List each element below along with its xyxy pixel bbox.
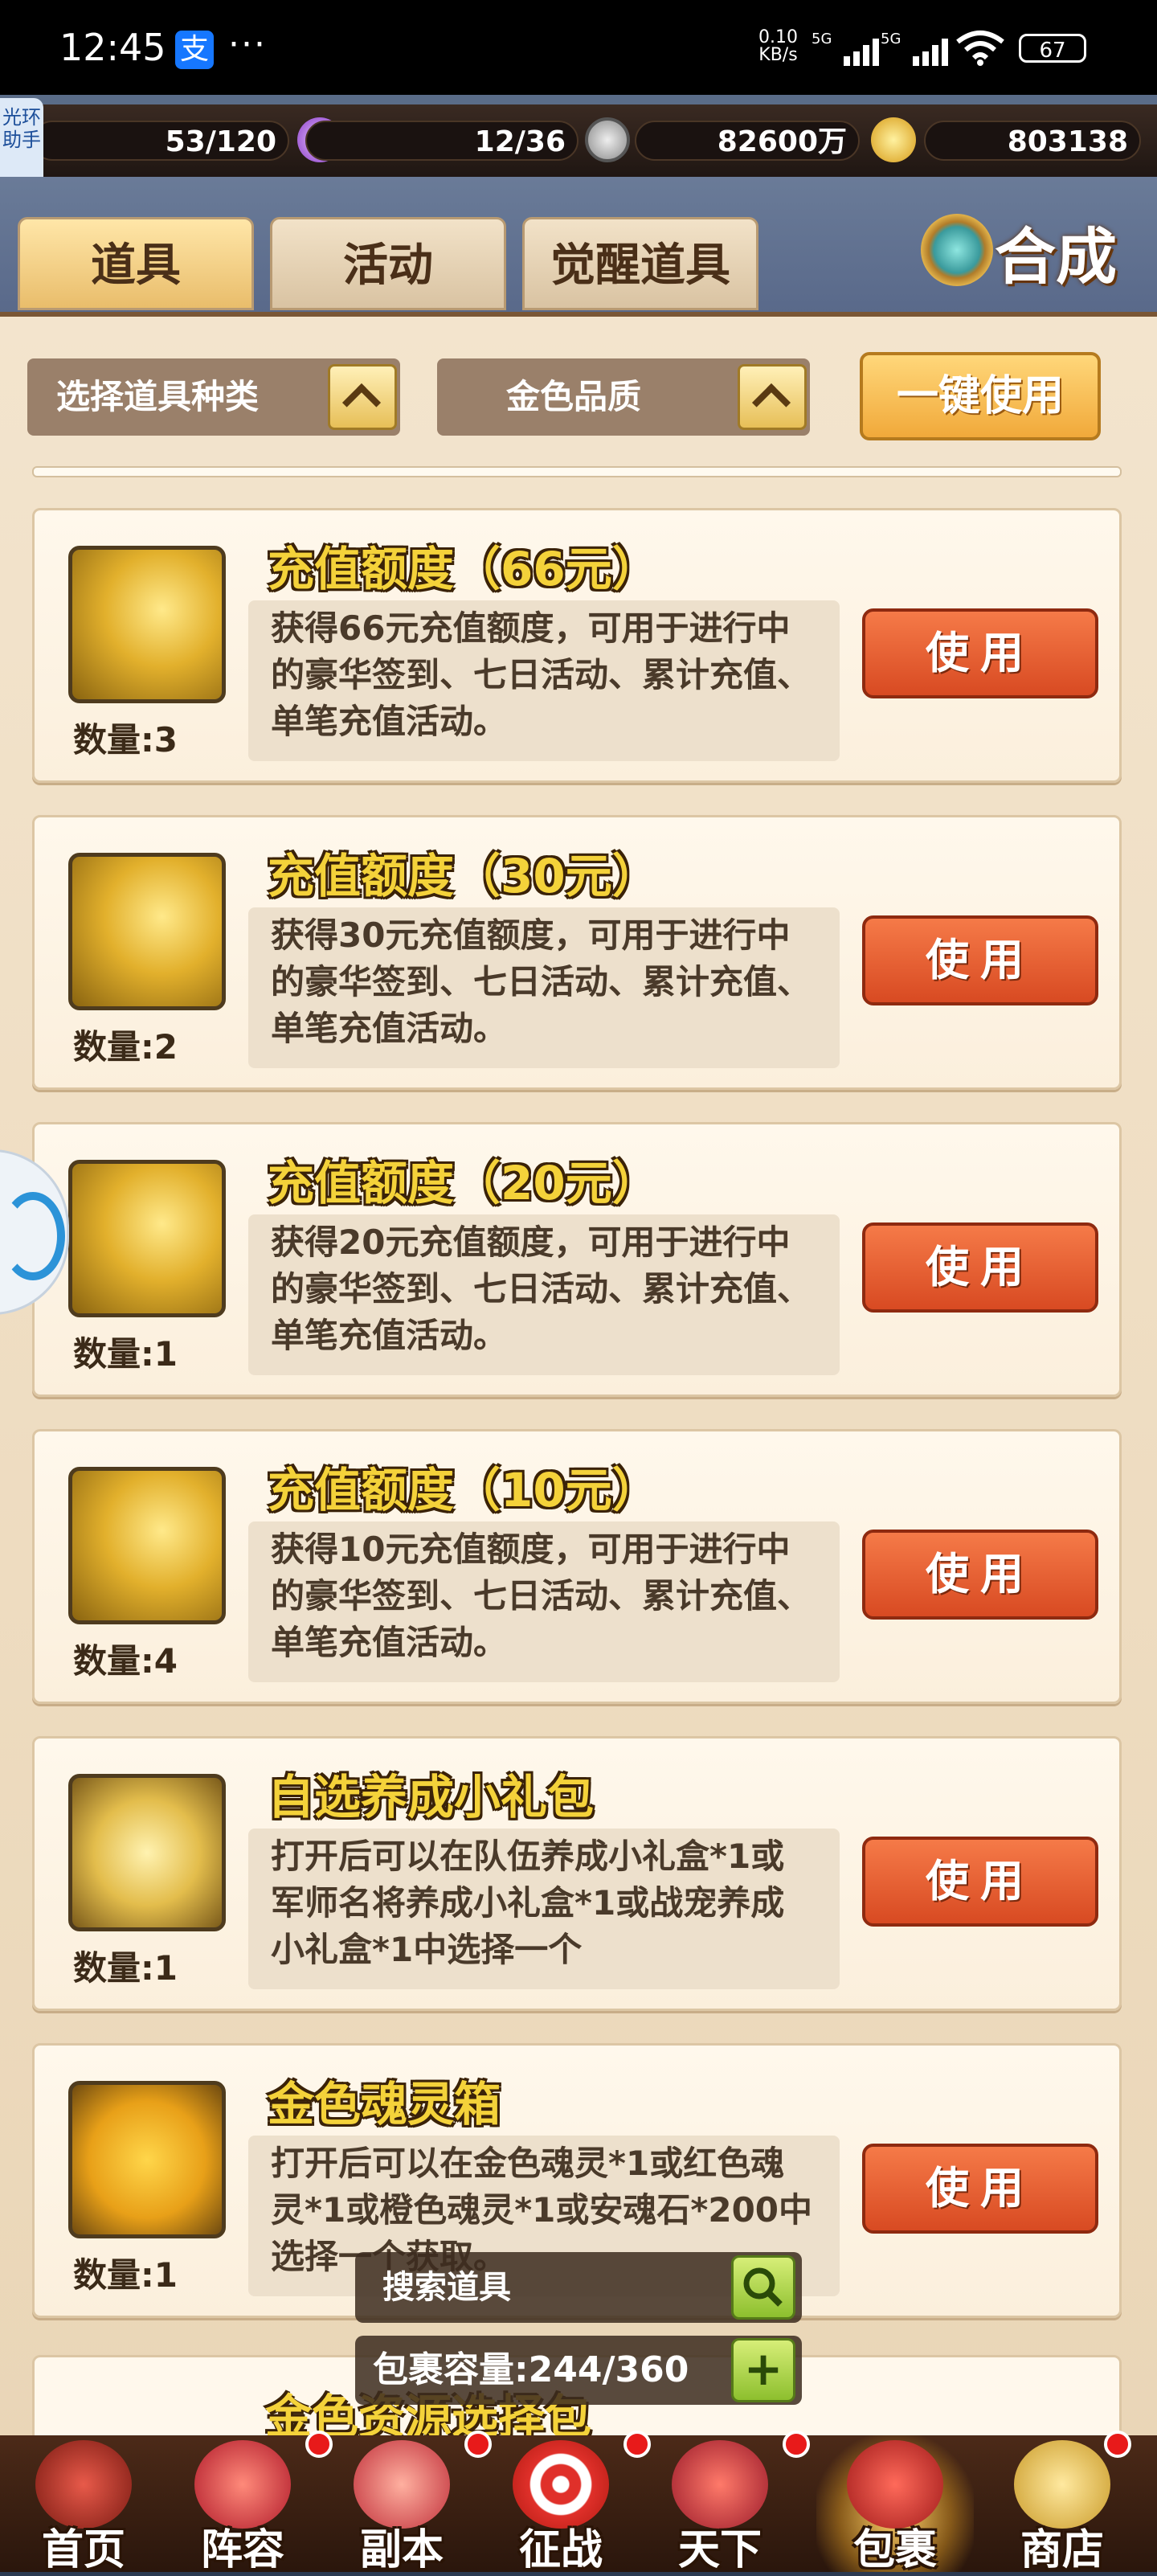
resource-bar: 53/120 12/36 82600万 803138 <box>0 104 1157 180</box>
signal-icon: 5G <box>812 31 879 66</box>
use-all-button[interactable]: 一键使用 <box>860 352 1101 440</box>
search-placeholder: 搜索道具 <box>382 2269 511 2306</box>
quality-label: 金色品质 <box>506 377 642 416</box>
item-quantity: 数量:3 <box>73 720 178 760</box>
item-card: 数量:3 充值额度（66元） 获得66元充值额度，可用于进行中的豪华签到、七日活… <box>32 508 1122 783</box>
treasure-chest-icon <box>68 1774 226 1931</box>
use-button[interactable]: 使用 <box>862 1837 1098 1927</box>
ingot-counter: 803138 <box>924 121 1141 161</box>
nav-home[interactable]: 首页 <box>5 2435 162 2574</box>
nav-world[interactable]: 天下 <box>641 2431 810 2574</box>
coin-icon <box>585 117 630 162</box>
bottom-nav: 首页 阵容 副本 征战 天下 包裹 商店 <box>0 2431 1157 2574</box>
list-top-divider <box>32 466 1122 477</box>
tab-items[interactable]: 道具 <box>18 217 254 310</box>
item-quantity: 数量:1 <box>73 2255 178 2295</box>
nav-dungeon[interactable]: 副本 <box>323 2431 492 2574</box>
item-description: 获得66元充值额度，可用于进行中的豪华签到、七日活动、累计充值、单笔充值活动。 <box>248 600 840 761</box>
more-notifications-icon: ··· <box>228 24 267 65</box>
use-button[interactable]: 使用 <box>862 2144 1098 2234</box>
gold-bars-coins-icon <box>68 546 226 703</box>
nav-lineup[interactable]: 阵容 <box>164 2431 333 2574</box>
status-bar: 12:45 支 ··· 0.10 KB/s 5G 5G 67 <box>0 0 1157 95</box>
item-title: 金色魂灵箱 <box>268 2077 501 2132</box>
nav-label: 天下 <box>677 2526 762 2574</box>
item-type-label: 选择道具种类 <box>56 377 260 416</box>
use-button[interactable]: 使用 <box>862 1222 1098 1313</box>
golden-gift-box-icon <box>68 2081 226 2238</box>
notification-dot <box>1104 2431 1131 2458</box>
notification-dot <box>783 2431 810 2458</box>
coin-counter: 82600万 <box>635 121 860 161</box>
stamina-counter: 53/120 <box>32 121 289 161</box>
item-card: 数量:1 自选养成小礼包 打开后可以在队伍养成小礼盒*1或军师名将养成小礼盒*1… <box>32 1736 1122 2011</box>
net-speed-value: 0.10 <box>758 27 798 47</box>
alipay-icon: 支 <box>175 31 214 69</box>
use-button[interactable]: 使用 <box>862 915 1098 1005</box>
item-quantity: 数量:1 <box>73 1948 178 1988</box>
nav-label: 首页 <box>41 2526 125 2574</box>
clock: 12:45 <box>59 26 166 69</box>
use-button[interactable]: 使用 <box>862 1530 1098 1620</box>
net-speed-unit: KB/s <box>758 45 798 65</box>
item-quantity: 数量:1 <box>73 1334 178 1374</box>
tab-awaken-items[interactable]: 觉醒道具 <box>522 217 758 310</box>
magnifier-icon <box>743 2267 783 2307</box>
compose-button[interactable]: 合成 <box>921 207 1138 296</box>
nav-shop[interactable]: 商店 <box>983 2431 1141 2574</box>
item-title: 充值额度（20元） <box>268 1156 659 1210</box>
nav-label: 阵容 <box>200 2526 284 2574</box>
item-quantity: 数量:2 <box>73 1027 178 1067</box>
chevron-up-icon[interactable] <box>328 364 397 430</box>
item-description: 打开后可以在队伍养成小礼盒*1或军师名将养成小礼盒*1或战宠养成小礼盒*1中选择… <box>248 1829 840 1989</box>
nav-label: 征战 <box>518 2526 603 2574</box>
nav-label: 包裹 <box>852 2526 937 2574</box>
expand-capacity-plus-icon[interactable]: + <box>731 2338 795 2402</box>
item-card: 数量:1 充值额度（20元） 获得20元充值额度，可用于进行中的豪华签到、七日活… <box>32 1122 1122 1397</box>
net-speed: 0.10 KB/s <box>758 29 798 64</box>
gold-bars-coins-icon <box>68 853 226 1010</box>
tab-activity[interactable]: 活动 <box>270 217 506 310</box>
search-icon[interactable] <box>731 2255 795 2320</box>
energy-counter: 12/36 <box>305 121 578 161</box>
compose-icon <box>921 214 993 286</box>
wifi-icon <box>956 31 1004 66</box>
signal-2-icon: 5G <box>881 31 948 66</box>
nav-label: 商店 <box>1020 2526 1104 2574</box>
svg-text:5G: 5G <box>881 31 901 47</box>
nav-label: 副本 <box>359 2526 444 2574</box>
item-description: 获得30元充值额度，可用于进行中的豪华签到、七日活动、累计充值、单笔充值活动。 <box>248 907 840 1068</box>
item-title: 自选养成小礼包 <box>268 1770 595 1824</box>
item-card: 数量:4 充值额度（10元） 获得10元充值额度，可用于进行中的豪华签到、七日活… <box>32 1429 1122 1704</box>
item-quantity: 数量:4 <box>73 1641 178 1681</box>
item-title: 充值额度（30元） <box>268 849 659 903</box>
battery-icon: 67 <box>1019 34 1086 63</box>
item-description: 获得20元充值额度，可用于进行中的豪华签到、七日活动、累计充值、单笔充值活动。 <box>248 1214 840 1375</box>
item-title: 充值额度（66元） <box>268 542 659 596</box>
gold-bars-coins-icon <box>68 1467 226 1624</box>
item-title: 充值额度（10元） <box>268 1463 659 1517</box>
nav-campaign[interactable]: 征战 <box>482 2431 651 2574</box>
gold-bars-coins-icon <box>68 1160 226 1317</box>
chevron-up-icon[interactable] <box>738 364 807 430</box>
use-button[interactable]: 使用 <box>862 608 1098 698</box>
item-card: 数量:2 充值额度（30元） 获得30元充值额度，可用于进行中的豪华签到、七日活… <box>32 815 1122 1090</box>
nav-bag[interactable]: 包裹 <box>816 2435 974 2574</box>
item-description: 获得10元充值额度，可用于进行中的豪华签到、七日活动、累计充值、单笔充值活动。 <box>248 1521 840 1682</box>
ingot-icon <box>871 117 916 162</box>
svg-text:5G: 5G <box>812 31 832 47</box>
compose-label: 合成 <box>995 221 1117 293</box>
